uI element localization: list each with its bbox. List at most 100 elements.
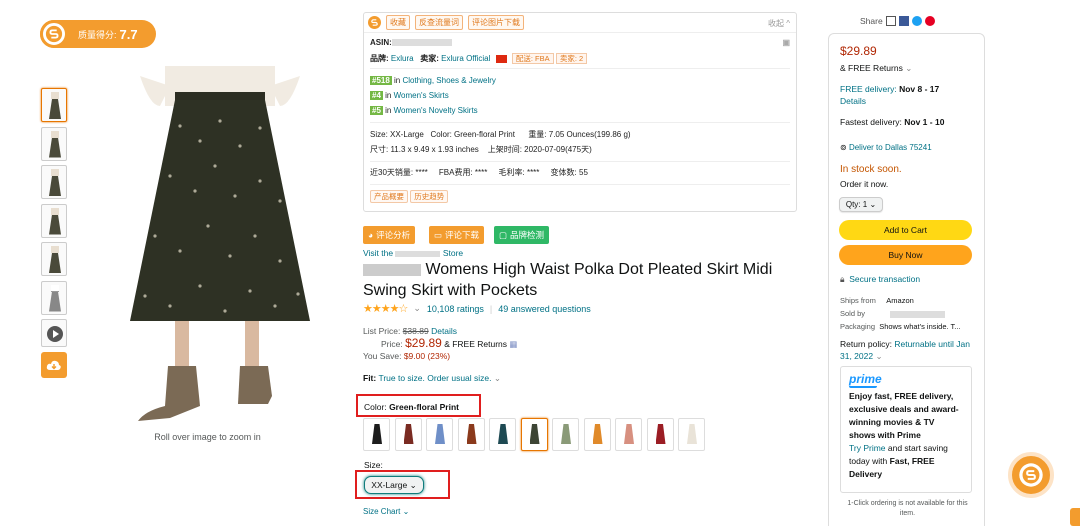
asin-label: ASIN: xyxy=(370,38,392,47)
plugin-toolbar: 收藏 反查流量词 评论图片下载 xyxy=(364,13,796,33)
color-swatch[interactable] xyxy=(489,418,516,451)
china-flag-icon xyxy=(495,54,507,63)
chevron-down-icon[interactable]: ⌄ xyxy=(413,303,421,314)
rank-item: #4 in Women's Skirts xyxy=(370,91,449,100)
floating-plugin-button[interactable] xyxy=(1008,452,1054,498)
image-thumbnails xyxy=(41,88,69,378)
check-box-icon: ▢ xyxy=(499,229,508,240)
visit-store-link[interactable]: Visit the Store xyxy=(363,248,463,258)
thumbnail-3[interactable] xyxy=(41,165,67,199)
color-swatch[interactable] xyxy=(394,418,422,451)
email-icon[interactable] xyxy=(885,16,896,26)
calculator-icon[interactable]: ▦ xyxy=(509,339,517,349)
try-prime-link[interactable]: Try Prime xyxy=(849,443,886,453)
color-swatch[interactable] xyxy=(583,418,611,451)
color-swatch[interactable] xyxy=(646,418,674,451)
color-swatch[interactable] xyxy=(552,418,579,451)
play-icon xyxy=(47,326,63,342)
seller-info: Ships from Amazon Sold by Packaging Show… xyxy=(840,296,961,331)
fit-link[interactable]: True to size. Order usual size. xyxy=(378,373,491,383)
color-swatch[interactable] xyxy=(615,418,642,451)
margin: 毛利率: **** xyxy=(498,168,540,177)
color-spec: Color: Green-floral Print xyxy=(430,130,515,139)
quality-score-badge[interactable]: 质量得分: 7.7 xyxy=(40,20,156,48)
fastest-delivery: Fastest delivery: Nov 1 - 10 xyxy=(840,117,945,127)
review-image-download-button[interactable]: 评论图片下载 xyxy=(468,15,524,30)
twitter-icon[interactable] xyxy=(911,16,922,26)
download-images-button[interactable] xyxy=(41,351,67,378)
add-to-cart-button[interactable]: Add to Cart xyxy=(839,220,972,240)
rank-category-link[interactable]: Women's Skirts xyxy=(394,91,449,100)
one-click-note: 1-Click ordering is not available for th… xyxy=(847,500,968,517)
savings-value: $9.00 (23%) xyxy=(403,351,451,361)
listing-date-spec: 上架时间: 2020-07-09(475天) xyxy=(487,145,592,154)
zoom-caption: Roll over image to zoom in xyxy=(154,432,261,442)
free-returns-link[interactable]: & FREE Returns xyxy=(444,339,507,349)
color-swatch[interactable] xyxy=(426,418,453,451)
product-title: Womens High Waist Polka Dot Pleated Skir… xyxy=(363,261,773,299)
review-download-button[interactable]: ▭ 评论下载 xyxy=(429,226,485,244)
rank-category-link[interactable]: Women's Novelty Skirts xyxy=(394,106,478,115)
chevron-down-icon: ⌄ xyxy=(869,200,877,209)
product-overview-tab[interactable]: 产品概要 xyxy=(370,190,408,203)
favorite-button[interactable]: 收藏 xyxy=(386,15,410,30)
cloud-download-icon xyxy=(46,360,61,370)
deliver-to-link[interactable]: ⊚ Deliver to Dallas 75241 xyxy=(840,143,932,152)
answered-questions-link[interactable]: 49 answered questions xyxy=(498,304,591,314)
main-product-image[interactable] xyxy=(120,66,320,426)
seller-plugin-panel: 收藏 反查流量词 评论图片下载 收起 ^ ASIN: ▣ 品牌: Exlura … xyxy=(363,12,797,212)
color-swatch[interactable] xyxy=(363,418,390,451)
buy-now-button[interactable]: Buy Now xyxy=(839,245,972,265)
fba-tag: 配送: FBA xyxy=(511,53,554,64)
rating-row: ★★★★☆ ⌄ 10,108 ratings | 49 answered que… xyxy=(363,302,591,315)
swatch-skirt-image xyxy=(466,424,477,444)
buybox-free-returns[interactable]: & FREE Returns ⌄ xyxy=(840,63,912,74)
stock-status: In stock soon. xyxy=(840,164,902,175)
review-analysis-button[interactable]: ◕ 评论分析 xyxy=(363,226,416,244)
collapse-toggle[interactable]: 收起 ^ xyxy=(768,18,790,29)
buybox-price: $29.89 xyxy=(840,44,877,58)
side-tab[interactable] xyxy=(1070,508,1080,526)
delivery-details-link[interactable]: Details xyxy=(840,96,866,106)
pinterest-icon[interactable] xyxy=(924,16,935,26)
asin-row: ASIN: ▣ xyxy=(364,38,796,47)
secure-transaction[interactable]: 🔒︎ Secure transaction xyxy=(840,274,920,285)
details-link[interactable]: Details xyxy=(431,326,457,336)
quantity-dropdown[interactable]: Qty: 1 ⌄ xyxy=(839,197,883,212)
thumbnail-2[interactable] xyxy=(41,126,67,161)
reverse-keyword-button[interactable]: 反查流量词 xyxy=(415,15,463,30)
price-block: List Price: $38.89 Details Price: $29.89… xyxy=(363,326,518,361)
star-rating[interactable]: ★★★★☆ xyxy=(363,302,408,315)
ratings-count-link[interactable]: 10,108 ratings xyxy=(427,304,484,314)
weight-spec: 重量: 7.05 Ounces(199.86 g) xyxy=(528,130,631,139)
color-swatch[interactable] xyxy=(520,418,548,451)
facebook-icon[interactable] xyxy=(898,16,909,26)
color-swatch[interactable] xyxy=(678,418,705,451)
brand-link[interactable]: Exlura xyxy=(391,54,414,63)
seller-name-redacted xyxy=(890,310,946,318)
chevron-down-icon: ⌄ xyxy=(402,507,410,516)
thumbnail-1[interactable] xyxy=(41,88,67,122)
rank-category-link[interactable]: Clothing, Shoes & Jewelry xyxy=(403,76,496,85)
color-swatch[interactable] xyxy=(457,418,485,451)
video-thumbnail[interactable] xyxy=(41,319,67,347)
swatch-skirt-image xyxy=(561,424,571,444)
chevron-down-icon[interactable]: ⌄ xyxy=(494,373,501,383)
store-name-redacted xyxy=(395,250,441,257)
size-label: Size: xyxy=(364,460,383,470)
thumbnail-5[interactable] xyxy=(41,242,67,276)
sellers-count-tag: 卖家: 2 xyxy=(555,53,588,64)
thumbnail-4[interactable] xyxy=(41,203,67,238)
thumbnail-6[interactable] xyxy=(41,280,67,315)
rank-item: #518 in Clothing, Shoes & Jewelry xyxy=(370,76,496,85)
copy-icon[interactable]: ▣ xyxy=(782,38,790,47)
size-dropdown[interactable]: XX-Large ⌄ xyxy=(364,476,424,494)
history-trend-tab[interactable]: 历史趋势 xyxy=(410,190,449,203)
sales-stats: 近30天销量: **** FBA费用: **** 毛利率: **** 变体数: … xyxy=(364,166,796,180)
brand-check-button[interactable]: ▢ 品牌检测 xyxy=(494,226,550,244)
swatch-skirt-image xyxy=(498,424,508,444)
size-chart-link[interactable]: Size Chart ⌄ xyxy=(363,507,409,516)
brand-row: 品牌: Exlura 卖家: Exlura Official 配送: FBA 卖… xyxy=(364,53,796,64)
seller-link[interactable]: Exlura Official xyxy=(441,54,490,63)
lock-icon: 🔒︎ xyxy=(840,274,845,284)
